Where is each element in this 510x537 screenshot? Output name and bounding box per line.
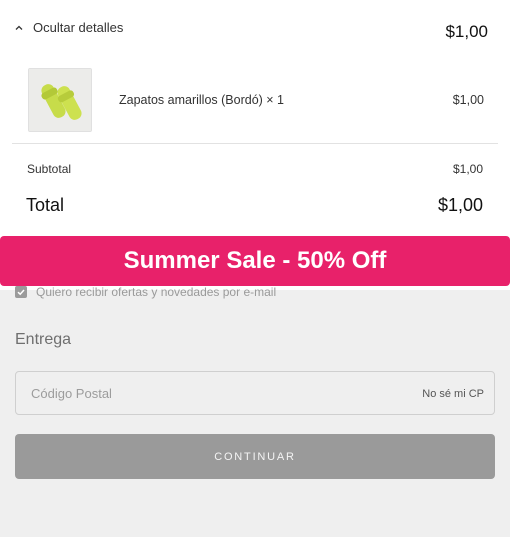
delivery-title: Entrega [15,331,72,348]
subtotal-value: $1,00 [452,162,483,176]
subtotal-label: Subtotal [27,162,72,176]
total-label: Total [26,195,65,215]
check-icon [17,289,25,296]
toggle-details-label: Ocultar detalles [33,20,124,35]
newsletter-label: Quiero recibir ofertas y novedades por e… [36,285,277,299]
chevron-up-icon [15,25,23,30]
promo-banner-text: Summer Sale - 50% Off [123,247,387,274]
total-value: $1,00 [437,195,483,215]
cart-item: Zapatos amarillos (Bordó) × 1 $1,00 [28,68,484,132]
promo-banner: Summer Sale - 50% Off [0,236,510,286]
toggle-details-button[interactable]: Ocultar detalles [13,20,123,35]
newsletter-opt-in[interactable]: Quiero recibir ofertas y novedades por e… [15,285,276,299]
product-image [28,68,92,132]
zip-input[interactable] [16,372,396,414]
header-total-price: $1,00 [445,22,488,41]
product-price: $1,00 [452,93,484,107]
newsletter-checkbox[interactable] [15,286,27,298]
product-name: Zapatos amarillos (Bordó) × 1 [119,93,285,107]
zip-field[interactable]: No sé mi CP [15,371,495,415]
continue-button[interactable]: CONTINUAR [15,434,495,479]
summary-divider [12,143,498,144]
zip-help-link[interactable]: No sé mi CP [422,388,484,400]
